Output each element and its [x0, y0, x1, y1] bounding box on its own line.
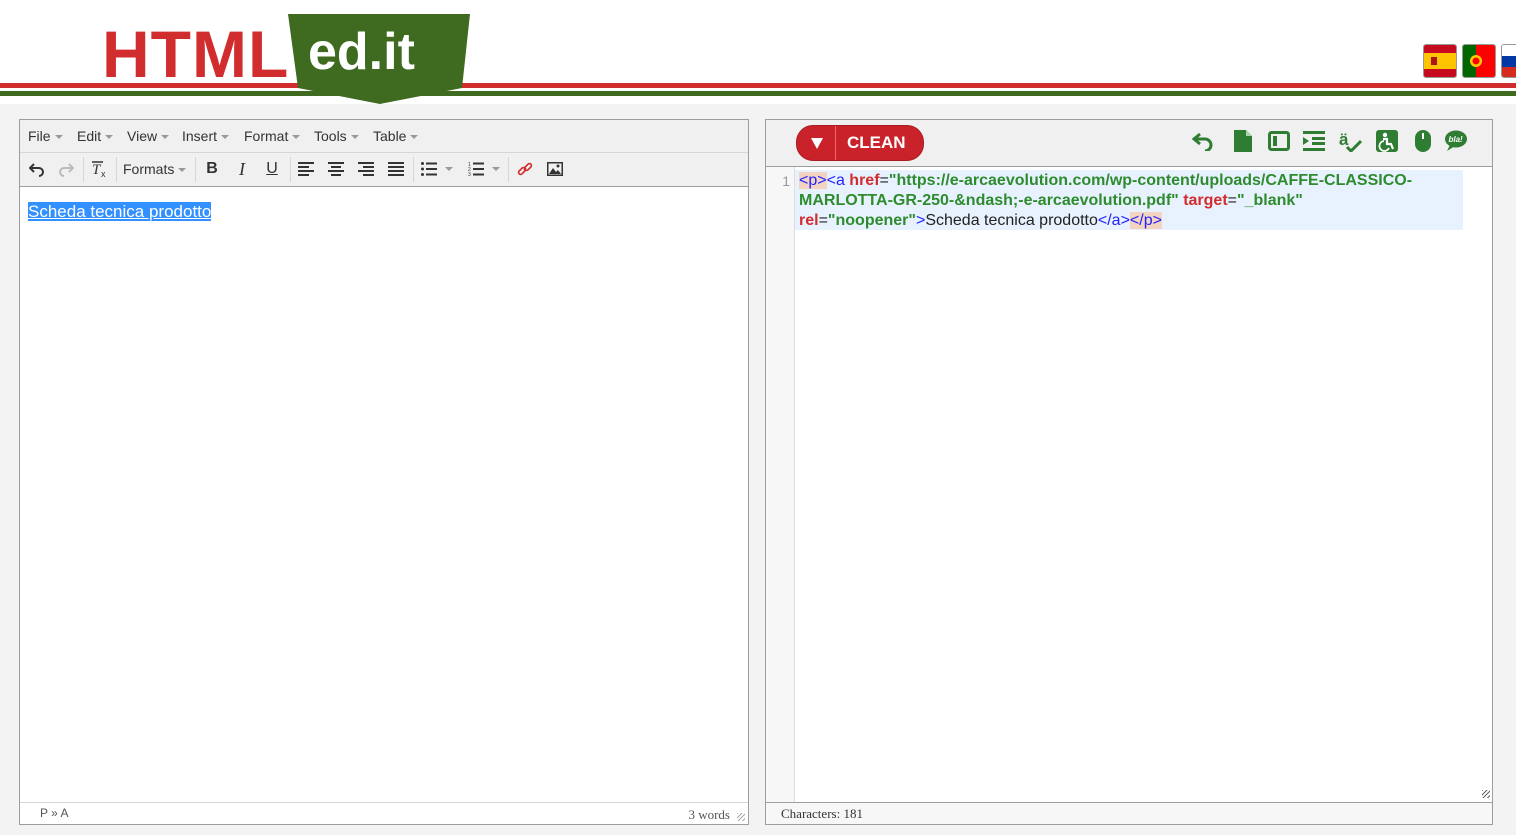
bullet-list-dropdown[interactable] — [439, 157, 455, 181]
clean-button-label: CLEAN — [847, 133, 906, 152]
rel-value: "noopener" — [827, 212, 916, 229]
align-left-icon[interactable] — [294, 157, 318, 181]
href-value: "https://e-arcaevolution.com/wp-content/… — [799, 172, 1413, 209]
bold-icon[interactable]: B — [200, 157, 224, 181]
numbered-list-dropdown[interactable] — [486, 157, 502, 181]
html-source-code[interactable]: <p><a href="https://e-arcaevolution.com/… — [799, 171, 1459, 231]
svg-text:ä: ä — [1339, 130, 1349, 149]
chevron-down-icon — [445, 167, 453, 171]
numbered-list-icon[interactable]: 123 — [464, 157, 488, 181]
speech-bubble-icon[interactable]: bla! — [1444, 129, 1468, 153]
svg-text:3: 3 — [468, 172, 471, 176]
selected-link-text[interactable]: Scheda tecnica prodotto — [28, 202, 212, 221]
chevron-down-icon — [221, 135, 230, 140]
character-count: Characters: 181 — [781, 806, 863, 821]
triangle-down-icon — [811, 137, 823, 149]
target-attribute: target — [1183, 192, 1228, 209]
menu-tools[interactable]: Tools — [314, 128, 359, 144]
align-justify-icon[interactable] — [384, 157, 408, 181]
chevron-down-icon — [410, 135, 419, 140]
spellcheck-icon[interactable]: ä — [1338, 129, 1362, 153]
menu-format[interactable]: Format — [244, 128, 301, 144]
chevron-down-icon — [292, 135, 301, 140]
indent-icon[interactable] — [1302, 129, 1326, 153]
chevron-down-icon — [492, 167, 500, 171]
target-value: "_blank" — [1237, 192, 1303, 209]
line-number-gutter: 1 — [766, 167, 795, 803]
portuguese-flag-icon[interactable] — [1462, 44, 1496, 78]
menu-file[interactable]: File — [28, 128, 63, 144]
wysiwyg-editor: File Edit View Insert Format Tools Table… — [19, 119, 749, 825]
image-icon[interactable] — [543, 157, 567, 181]
menu-table[interactable]: Table — [373, 128, 419, 144]
brand-logo-edit[interactable]: ed.it — [308, 22, 415, 82]
resize-handle-icon[interactable] — [737, 813, 745, 821]
chevron-down-icon — [54, 135, 63, 140]
formats-dropdown[interactable]: Formats — [123, 161, 187, 177]
russian-flag-icon[interactable] — [1501, 44, 1516, 78]
close-a-tag: </a> — [1097, 212, 1130, 229]
chevron-down-icon — [350, 135, 359, 140]
word-count: 3 words — [688, 807, 730, 822]
undo-icon[interactable] — [1191, 129, 1215, 153]
element-path[interactable]: P » A — [40, 806, 68, 820]
italic-icon[interactable]: I — [230, 157, 254, 181]
close-p-tag: </p> — [1129, 212, 1162, 229]
undo-icon[interactable] — [25, 157, 49, 181]
underline-icon[interactable]: U — [260, 157, 284, 181]
frame-icon[interactable] — [1267, 129, 1291, 153]
site-header: HTML ed.it — [0, 0, 1516, 104]
new-document-icon[interactable] — [1231, 129, 1255, 153]
spanish-flag-icon[interactable] — [1423, 44, 1457, 78]
accessibility-icon[interactable] — [1375, 129, 1399, 153]
code-statusbar: Characters: 181 — [766, 802, 1492, 824]
svg-text:bla!: bla! — [1449, 135, 1464, 144]
mouse-icon[interactable] — [1411, 129, 1435, 153]
header-green-stripe — [0, 91, 1516, 96]
line-number: 1 — [782, 173, 790, 189]
editor-content[interactable]: Scheda tecnica prodotto — [28, 202, 212, 222]
redo-icon[interactable] — [54, 157, 78, 181]
html-code-panel: CLEAN ä bla! 1 <p><a href="https://e-arc… — [765, 119, 1493, 825]
align-right-icon[interactable] — [354, 157, 378, 181]
link-text: Scheda tecnica prodotto — [925, 212, 1098, 229]
menu-insert[interactable]: Insert — [182, 128, 230, 144]
chevron-down-icon — [161, 135, 170, 140]
open-a-tag: <a — [826, 172, 845, 189]
code-toolbar: CLEAN ä bla! — [766, 120, 1492, 167]
editor-toolbar: Tx Formats B I U 123 — [20, 153, 748, 187]
align-center-icon[interactable] — [324, 157, 348, 181]
editor-menubar: File Edit View Insert Format Tools Table — [20, 120, 748, 153]
bullet-list-icon[interactable] — [417, 157, 441, 181]
brand-logo-html[interactable]: HTML — [102, 18, 289, 90]
resize-handle-icon[interactable] — [1482, 790, 1490, 798]
menu-view[interactable]: View — [127, 128, 170, 144]
chevron-down-icon — [105, 135, 114, 140]
svg-text:x: x — [101, 169, 106, 178]
editor-statusbar: P » A 3 words — [20, 802, 748, 824]
clear-formatting-icon[interactable]: Tx — [87, 157, 111, 181]
clean-button[interactable]: CLEAN — [796, 125, 924, 161]
rel-attribute: rel — [799, 212, 819, 229]
href-attribute: href — [849, 172, 880, 189]
open-p-tag: <p> — [799, 172, 827, 189]
chevron-down-icon — [178, 168, 187, 173]
link-icon[interactable] — [513, 157, 537, 181]
menu-edit[interactable]: Edit — [77, 128, 114, 144]
